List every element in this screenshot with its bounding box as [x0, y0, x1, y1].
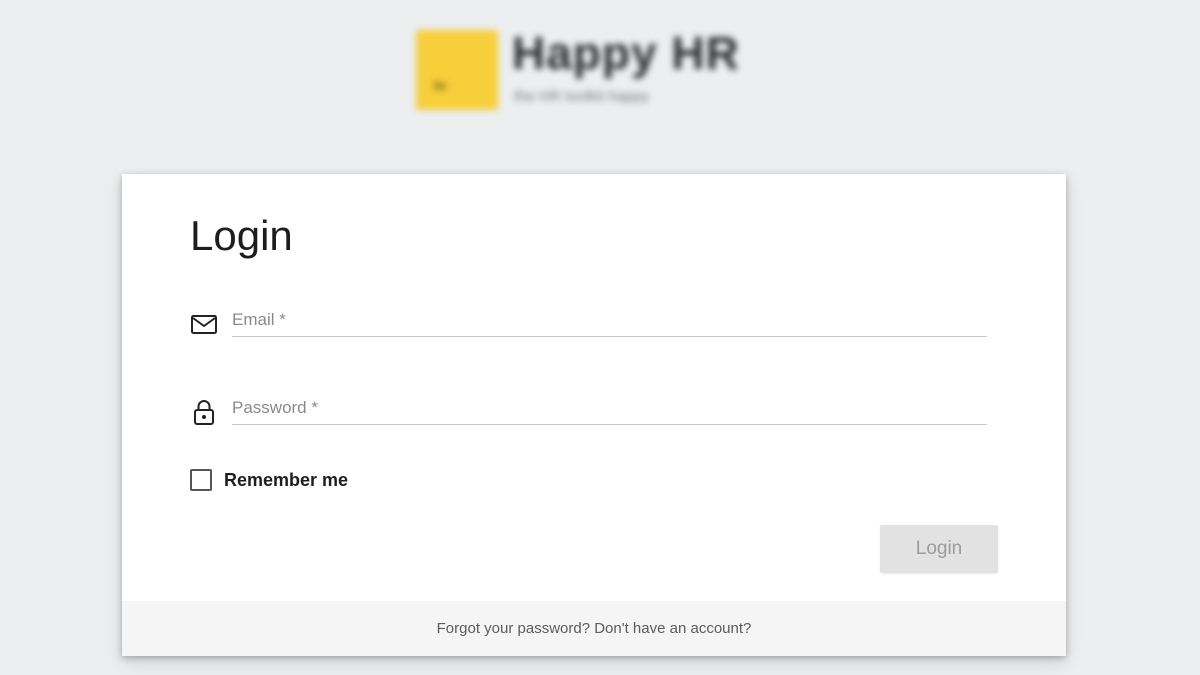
password-field-row: [190, 392, 987, 432]
remember-me-checkbox[interactable]: [190, 469, 212, 491]
brand-name: Happy HR: [512, 27, 740, 79]
login-button[interactable]: Login: [880, 525, 998, 573]
remember-me-row[interactable]: Remember me: [190, 466, 348, 494]
email-field[interactable]: [232, 304, 987, 337]
brand-tagline: the HR toolkit happy: [514, 88, 650, 105]
password-field[interactable]: [232, 392, 987, 425]
page-title: Login: [190, 212, 293, 259]
card-footer: Forgot your password? Don't have an acco…: [122, 601, 1066, 656]
brand-logo: hr Happy HR the HR toolkit happy: [416, 26, 776, 118]
remember-me-label[interactable]: Remember me: [224, 470, 348, 491]
forgot-password-link[interactable]: Forgot your password? Don't have an acco…: [437, 620, 752, 637]
envelope-icon: [190, 310, 218, 338]
email-field-row: [190, 304, 987, 344]
lock-icon: [190, 398, 218, 426]
brand-logo-mark: hr: [416, 30, 498, 110]
login-page: hr Happy HR the HR toolkit happy Login E…: [0, 0, 1200, 675]
login-card: Login Remember me: [122, 174, 1066, 656]
brand-logo-mark-text: hr: [434, 78, 447, 93]
